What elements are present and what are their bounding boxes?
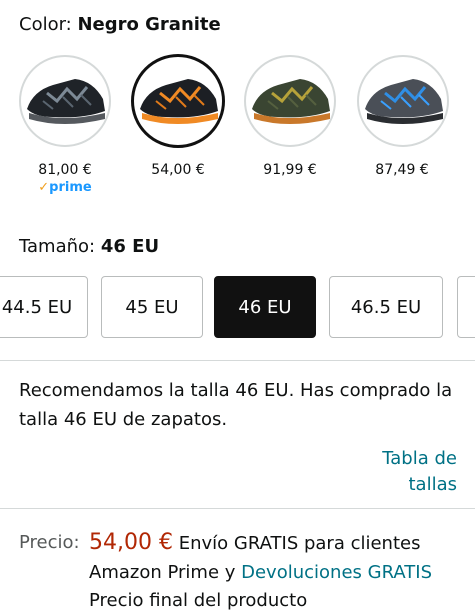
color-swatch-2[interactable]	[131, 54, 225, 148]
size-option-44-5[interactable]: 44.5 EU	[0, 276, 88, 338]
shoe-image	[365, 79, 443, 124]
size-option-next[interactable]	[457, 276, 475, 338]
size-value: 46 EU	[100, 236, 160, 257]
swatch-price-1: 81,00 €	[38, 162, 92, 178]
size-recommendation: Recomendamos la talla 46 EU. Has comprad…	[19, 380, 453, 430]
color-swatch-3[interactable]	[244, 55, 336, 147]
size-label: Tamaño:	[19, 236, 96, 257]
shoe-image	[140, 79, 218, 124]
returns-link[interactable]: Devoluciones GRATIS	[241, 562, 432, 583]
size-option-46[interactable]: 46 EU	[214, 276, 316, 338]
size-option-46-5[interactable]: 46.5 EU	[329, 276, 443, 338]
shoe-image	[252, 79, 330, 124]
swatch-price-4: 87,49 €	[375, 162, 429, 178]
color-swatch-4[interactable]	[357, 55, 449, 147]
divider	[0, 360, 475, 361]
size-chart-link[interactable]: Tabla de tallas	[337, 446, 457, 498]
divider	[0, 508, 475, 509]
color-label: Color:	[19, 14, 72, 35]
color-value: Negro Granite	[77, 14, 221, 35]
swatch-price-2: 54,00 €	[151, 162, 205, 178]
price-amount: 54,00 €	[89, 530, 173, 555]
shoe-image	[27, 79, 105, 124]
product-options-panel: Color: Negro Granite 81,00 € ✓prime 54,0…	[0, 0, 475, 616]
color-swatch-1[interactable]	[19, 55, 111, 147]
size-header: Tamaño: 46 EU	[19, 236, 159, 257]
prime-check-icon: ✓	[38, 180, 50, 195]
color-header: Color: Negro Granite	[19, 14, 221, 35]
price-label: Precio:	[19, 532, 80, 553]
price-details: 54,00 € Envío GRATIS para clientes Amazo…	[89, 528, 459, 587]
size-option-45[interactable]: 45 EU	[101, 276, 203, 338]
swatch-price-3: 91,99 €	[263, 162, 317, 178]
prime-badge: ✓prime	[38, 180, 92, 195]
final-price-note: Precio final del producto	[89, 590, 308, 611]
